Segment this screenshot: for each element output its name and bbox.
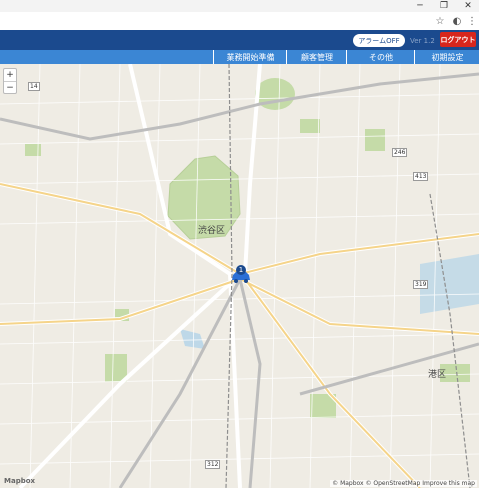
address-bar[interactable] [4,15,424,27]
restore-button[interactable]: ❐ [433,0,455,12]
zoom-control: + − [3,68,17,94]
close-button[interactable]: ✕ [457,0,479,12]
map-attribution[interactable]: © Mapbox © OpenStreetMap Improve this ma… [330,480,477,487]
mapbox-logo: Mapbox [4,477,36,485]
app-header [0,30,479,50]
browser-menu-icon[interactable]: ⋮ [466,15,478,27]
road-badge: 246 [392,148,408,157]
minimize-button[interactable]: ─ [409,0,431,12]
version-label: Ver 1.2 [410,37,435,45]
bookmark-star-icon[interactable]: ☆ [434,15,446,27]
zoom-out-button[interactable]: − [4,82,16,94]
road-badge: 413 [413,172,429,181]
road-badge: 319 [413,280,429,289]
menu-item-work-start[interactable]: 業務開始準備 [213,50,287,64]
district-label-shibuya: 渋谷区 [198,226,226,236]
map-view[interactable]: 渋谷区 港区 14 246 413 319 312 1 Mapbox © Map… [0,64,479,488]
vehicle-marker[interactable]: 1 [230,265,252,285]
zoom-in-button[interactable]: + [4,69,16,82]
district-label-minato: 港区 [428,370,447,380]
alarm-toggle-button[interactable]: アラームOFF [353,34,405,47]
address-bar-row: ☆ ◐ ⋮ [0,12,479,31]
menu-item-settings[interactable]: 初期設定 [414,50,479,64]
road-badge: 312 [205,460,221,469]
menu-item-other[interactable]: その他 [346,50,415,64]
extension-icon[interactable]: ◐ [451,15,463,27]
logout-button[interactable]: ログアウト [440,32,476,47]
vehicle-count-badge: 1 [236,265,246,275]
menu-item-customer[interactable]: 顧客管理 [286,50,347,64]
browser-title-bar [0,0,479,12]
road-badge: 14 [28,82,40,91]
